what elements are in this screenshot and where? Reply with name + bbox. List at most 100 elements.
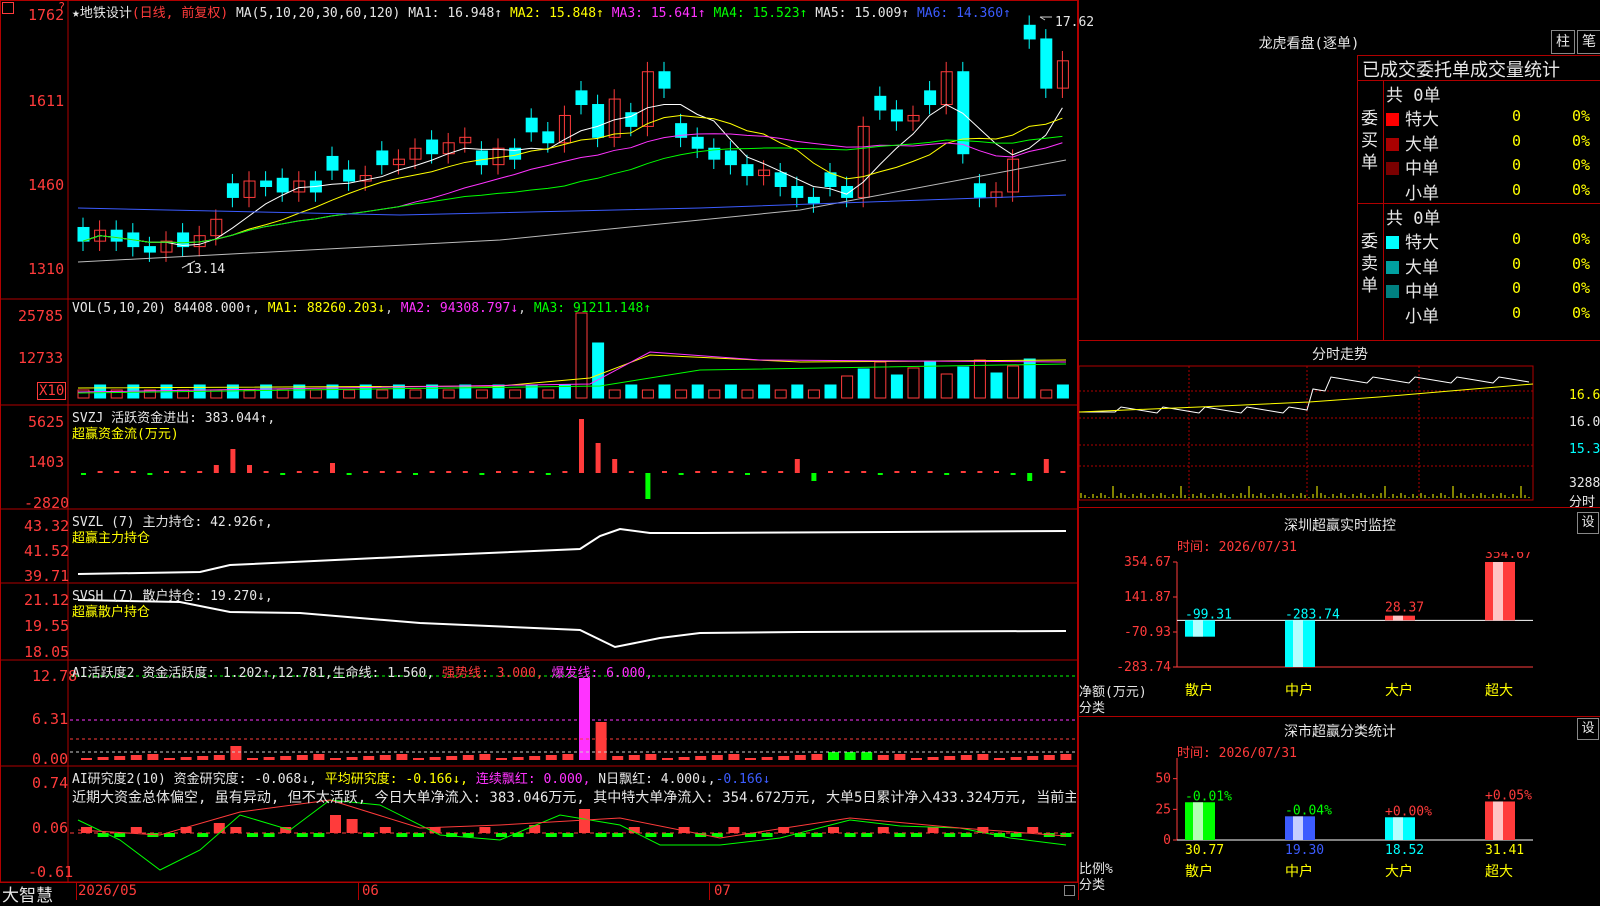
candle-body (426, 139, 439, 155)
help-icon[interactable]: ? (58, 0, 65, 14)
research-bar (529, 825, 541, 833)
axis-tick: 25 (1155, 802, 1171, 817)
order-percent: 0% (1572, 279, 1591, 297)
svzj-tick: 5625 (28, 413, 65, 431)
ai2-extra: -0.166↓ (715, 772, 771, 787)
research-bar (545, 833, 557, 837)
lock-icon[interactable] (1064, 885, 1075, 896)
fund-flow-bar (1027, 473, 1033, 481)
volume-bar (675, 389, 688, 399)
fenshi-vol-tick: 3288 (1569, 476, 1600, 491)
favorite-star-icon[interactable]: ★ (72, 6, 80, 21)
activity-bar (927, 757, 939, 760)
candle-body (741, 164, 754, 177)
volume-bar (542, 389, 555, 399)
volume-bars[interactable] (77, 312, 1069, 399)
color-swatch (1386, 260, 1399, 274)
lhb-heading: 已成交委托单成交量统计 (1362, 60, 1560, 81)
volume-bar (807, 389, 820, 399)
activity-bar (745, 758, 756, 760)
volume-bar (509, 389, 522, 399)
axis-tick: 354.67 (1124, 555, 1171, 570)
intraday-chart[interactable] (1079, 362, 1600, 504)
vol-value: 84408.000↑ (173, 301, 253, 316)
ai2-nday: N日飘红: 4.000↓, (598, 772, 716, 787)
fund-flow-bar (379, 471, 385, 473)
category-label: 大户 (1385, 863, 1413, 880)
order-count: 0 (1512, 156, 1522, 174)
volume-bar (442, 389, 455, 399)
research-bar (877, 827, 889, 833)
activity-bar (479, 754, 491, 760)
research-bar (1027, 827, 1039, 833)
ratio-value: 18.52 (1385, 843, 1424, 858)
value-label: 354.67 (1485, 552, 1532, 562)
research-bar (761, 833, 773, 837)
bar-mode-button[interactable]: 柱 (1551, 30, 1575, 54)
ai1-tick: 6.31 (32, 710, 69, 728)
kline-chart-area[interactable] (0, 0, 1078, 900)
candle-body (1023, 24, 1036, 40)
vol-unit-button[interactable]: X10 (37, 382, 67, 400)
menu-square-icon[interactable] (2, 2, 14, 14)
fund-flow-bars (81, 419, 1066, 499)
activity-bar (114, 756, 126, 760)
research-bar (1010, 833, 1022, 837)
ma-line (77, 194, 1067, 216)
sz-stats-title: 深市超赢分类统计 (1284, 724, 1396, 740)
volume-bar (824, 384, 837, 399)
research-bar (296, 833, 308, 837)
candlesticks[interactable] (77, 15, 1069, 262)
candle-body (1040, 38, 1053, 89)
volume-bar (708, 389, 721, 399)
order-percent: 0% (1572, 156, 1591, 174)
fund-flow-bar (396, 471, 402, 473)
activity-bar (844, 752, 856, 760)
ai2-avg: 平均研究度: -0.166↓, (324, 772, 468, 787)
fund-flow-bar (529, 471, 535, 473)
category-label: 大户 (1385, 682, 1413, 699)
order-row: 小单 (1386, 179, 1439, 204)
activity-bar (97, 757, 109, 760)
tick-mode-button[interactable]: 笔 (1577, 30, 1600, 54)
price-tick: 1460 (28, 176, 65, 194)
research-bar (130, 827, 142, 833)
ai2-description: 近期大资金总体偏空, 虽有异动, 但不太活跃, 今日大单净流入: 383.046… (72, 790, 1076, 806)
volume-bar (990, 372, 1003, 399)
sz-monitor-settings-button[interactable]: 设 (1577, 512, 1599, 534)
activity-bar (512, 757, 524, 760)
period-mode[interactable]: (日线, 前复权) (132, 6, 228, 21)
fund-flow-bar (462, 471, 468, 473)
value-label: -99.31 (1185, 607, 1232, 622)
order-row: 大单 (1386, 130, 1439, 155)
candle-body (326, 155, 339, 171)
candle-body (957, 71, 970, 155)
ai1-burst: 爆发线: 6.000, (551, 666, 654, 681)
research-bar (479, 827, 491, 833)
vol-tick: 25785 (18, 307, 64, 325)
activity-bar (1010, 757, 1022, 760)
order-row: 特大 (1386, 105, 1439, 130)
fund-flow-bar (97, 471, 103, 473)
research-bar (562, 833, 574, 837)
ai1-lifeline: 生命线: 1.560, (332, 666, 435, 681)
activity-bar (911, 758, 922, 760)
ma-line (82, 103, 1063, 247)
volume-bar (459, 384, 472, 399)
volume-bar (724, 384, 737, 399)
sz-stats-settings-button[interactable]: 设 (1577, 718, 1599, 740)
svsh-tick: 19.55 (24, 617, 70, 635)
order-percent: 0% (1572, 107, 1591, 125)
candle-body (226, 183, 239, 198)
activity-bar (496, 758, 507, 760)
activity-bar (130, 755, 142, 760)
candle-body (874, 95, 887, 111)
order-size-label: 小单 (1405, 183, 1439, 204)
kline-title-bar: ★地铁设计(日线, 前复权) MA(5,10,20,30,60,120) MA1… (72, 2, 1011, 21)
fund-flow-bar (728, 471, 734, 473)
candle-body (924, 90, 937, 106)
fund-flow-bar (130, 471, 136, 473)
order-size-label: 中单 (1405, 159, 1439, 179)
bar-highlight (1493, 562, 1503, 621)
low-price-label: 13.14 (186, 262, 226, 277)
